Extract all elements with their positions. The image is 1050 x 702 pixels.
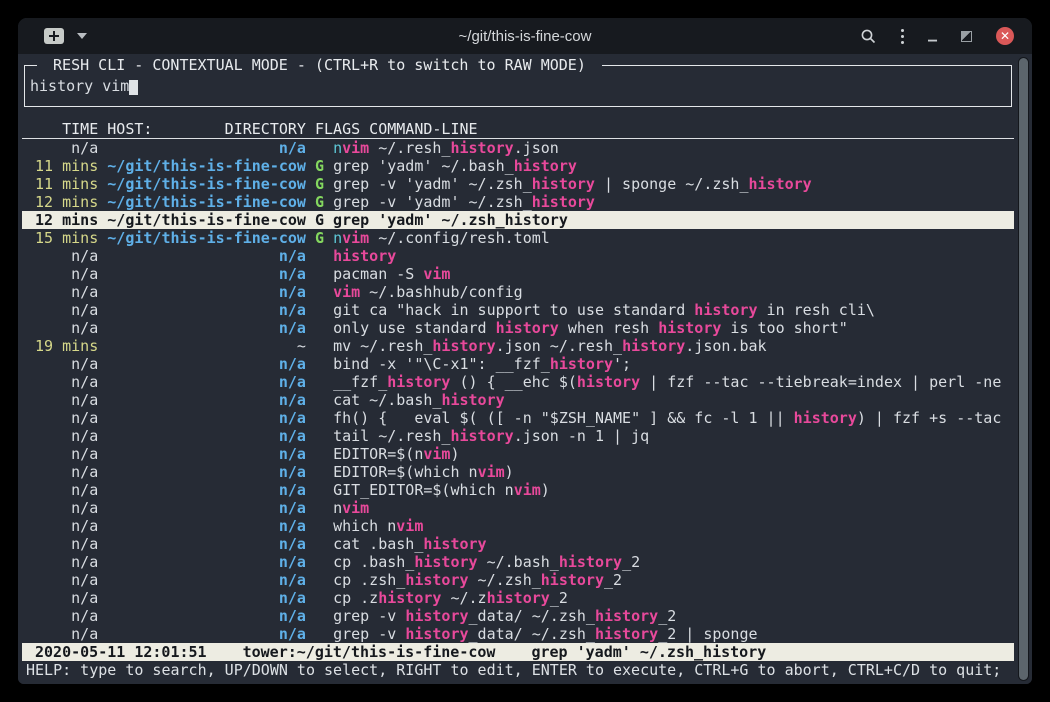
history-row[interactable]: n/a n/a history xyxy=(22,247,1014,265)
search-input[interactable]: history vim xyxy=(30,77,1011,95)
history-row[interactable]: 15 mins ~/git/this-is-fine-cow G nvim ~/… xyxy=(22,229,1014,247)
desktop: ~/git/this-is-fine-cow – ✕ RESH CLI - CO… xyxy=(0,0,1050,702)
history-row[interactable]: n/a n/a EDITOR=$(nvim) xyxy=(22,445,1014,463)
titlebar: ~/git/this-is-fine-cow – ✕ xyxy=(18,18,1032,54)
resh-search-box: RESH CLI - CONTEXTUAL MODE - (CTRL+R to … xyxy=(24,65,1012,107)
history-row[interactable]: n/a n/a tail ~/.resh_history.json -n 1 |… xyxy=(22,427,1014,445)
history-row[interactable]: n/a n/a nvim ~/.resh_history.json xyxy=(22,139,1014,157)
history-row[interactable]: n/a n/a cp .zhistory ~/.zhistory_2 xyxy=(22,589,1014,607)
history-row[interactable]: 12 mins ~/git/this-is-fine-cow G grep -v… xyxy=(22,193,1014,211)
history-row[interactable]: n/a n/a cp .zsh_history ~/.zsh_history_2 xyxy=(22,571,1014,589)
terminal-content: RESH CLI - CONTEXTUAL MODE - (CTRL+R to … xyxy=(18,54,1032,684)
history-row[interactable]: n/a n/a git ca "hack in support to use s… xyxy=(22,301,1014,319)
scrollbar-thumb[interactable] xyxy=(1019,58,1028,680)
status-command: grep 'yadm' ~/.zsh_history xyxy=(531,643,766,661)
history-row[interactable]: 11 mins ~/git/this-is-fine-cow G grep 'y… xyxy=(22,157,1014,175)
history-list: n/a n/a nvim ~/.resh_history.json 11 min… xyxy=(22,139,1014,643)
list-header: TIME HOST: DIRECTORY FLAGS COMMAND-LINE xyxy=(22,120,1014,139)
history-row[interactable]: n/a n/a nvim xyxy=(22,499,1014,517)
history-row[interactable]: n/a n/a GIT_EDITOR=$(which nvim) xyxy=(22,481,1014,499)
status-location: tower:~/git/this-is-fine-cow xyxy=(243,643,496,661)
search-query: history vim xyxy=(30,77,129,95)
text-cursor xyxy=(129,80,138,95)
history-row[interactable]: n/a n/a fh() { eval $( ([ -n "$ZSH_NAME"… xyxy=(22,409,1014,427)
history-row[interactable]: n/a n/a vim ~/.bashhub/config xyxy=(22,283,1014,301)
history-row[interactable]: n/a n/a cat .bash_history xyxy=(22,535,1014,553)
history-row[interactable]: n/a n/a cp .bash_history ~/.bash_history… xyxy=(22,553,1014,571)
scrollbar[interactable] xyxy=(1018,57,1029,681)
history-row[interactable]: 11 mins ~/git/this-is-fine-cow G grep -v… xyxy=(22,175,1014,193)
history-row[interactable]: n/a n/a EDITOR=$(which nvim) xyxy=(22,463,1014,481)
history-row-selected[interactable]: 12 mins ~/git/this-is-fine-cow G grep 'y… xyxy=(22,211,1014,229)
status-bar: 2020-05-11 12:01:51 tower:~/git/this-is-f… xyxy=(22,643,1014,661)
history-row[interactable]: 19 mins ~ mv ~/.resh_history.json ~/.res… xyxy=(22,337,1014,355)
history-row[interactable]: n/a n/a __fzf_history () { __ehc $(histo… xyxy=(22,373,1014,391)
history-row[interactable]: n/a n/a bind -x '"\C-x1": __fzf_history'… xyxy=(22,355,1014,373)
history-row[interactable]: n/a n/a pacman -S vim xyxy=(22,265,1014,283)
history-row[interactable]: n/a n/a which nvim xyxy=(22,517,1014,535)
history-row[interactable]: n/a n/a cat ~/.bash_history xyxy=(22,391,1014,409)
history-row[interactable]: n/a n/a grep -v history_data/ ~/.zsh_his… xyxy=(22,625,1014,643)
window-title: ~/git/this-is-fine-cow xyxy=(18,28,1032,45)
resh-box-title: RESH CLI - CONTEXTUAL MODE - (CTRL+R to … xyxy=(37,56,602,74)
help-line: HELP: type to search, UP/DOWN to select,… xyxy=(22,661,1014,679)
terminal-window: ~/git/this-is-fine-cow – ✕ RESH CLI - CO… xyxy=(18,18,1032,684)
history-row[interactable]: n/a n/a grep -v history_data/ ~/.zsh_his… xyxy=(22,607,1014,625)
status-datetime: 2020-05-11 12:01:51 xyxy=(35,643,207,661)
history-row[interactable]: n/a n/a only use standard history when r… xyxy=(22,319,1014,337)
